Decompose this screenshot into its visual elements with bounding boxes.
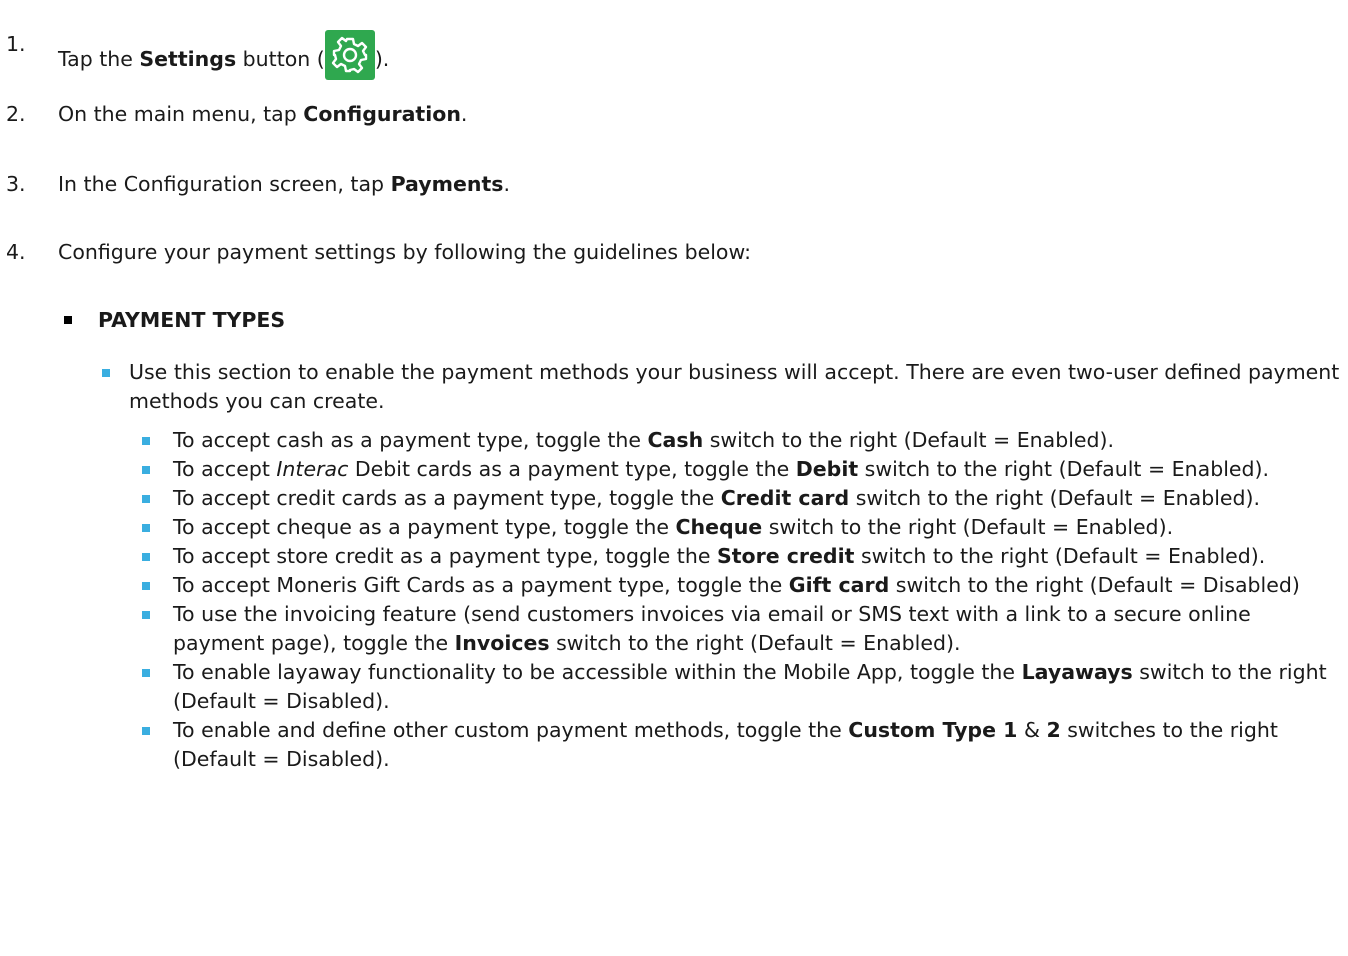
text: On the main menu, tap [58,102,304,126]
text: To enable layaway functionality to be ac… [173,660,1022,684]
list-item: To accept cheque as a payment type, togg… [136,513,1346,542]
step-number: 1. [6,32,26,56]
square-bullet-icon [142,611,150,619]
bold-text: 2 [1046,718,1061,742]
step-text: Tap the Settings button (). [58,30,389,80]
settings-gear-icon [324,30,375,80]
text: To accept store credit as a payment type… [173,544,717,568]
square-bullet-icon [142,437,150,445]
square-bullet-icon [142,727,150,735]
text: In the Configuration screen, tap [58,172,391,196]
text: button ( [236,47,325,71]
list-item: To accept cash as a payment type, toggle… [136,426,1346,455]
square-bullet-icon [142,466,150,474]
bold-text: Store credit [716,544,855,568]
list-item: To enable and define other custom paymen… [136,716,1346,774]
list-item: To accept credit cards as a payment type… [136,484,1346,513]
text: switch to the right (Default = Disabled) [889,573,1300,597]
square-bullet-icon [142,524,150,532]
text: switch to the right (Default = Enabled). [703,428,1115,452]
list-item: To use the invoicing feature (send custo… [136,600,1346,658]
square-bullet-icon [64,316,72,324]
square-bullet-icon [142,553,150,561]
text: & [1017,718,1047,742]
bold-text: Custom Type 1 [848,718,1018,742]
bold-text: Gift card [788,573,890,597]
square-bullet-icon [142,669,150,677]
bold-text: Invoices [454,631,550,655]
bold-text: Configuration [303,102,461,126]
text: To accept cheque as a payment type, togg… [173,515,676,539]
section-title: PAYMENT TYPES [98,308,286,332]
bold-text: Layaways [1021,660,1133,684]
bold-text: Debit [795,457,859,481]
list-item: To accept Moneris Gift Cards as a paymen… [136,571,1346,600]
text: To enable and define other custom paymen… [173,718,849,742]
bold-text: Payments [390,172,504,196]
bold-text: Cheque [675,515,763,539]
bold-text: Credit card [720,486,850,510]
text: switch to the right (Default = Enabled). [849,486,1261,510]
text: Debit cards as a payment type, toggle th… [348,457,796,481]
text: To accept cash as a payment type, toggle… [173,428,648,452]
italic-text: Interac [276,457,349,481]
square-bullet-icon [102,369,110,377]
text: . [503,172,511,196]
step-text: Configure your payment settings by follo… [58,240,752,264]
text: switch to the right (Default = Enabled). [549,631,961,655]
text: To accept Moneris Gift Cards as a paymen… [173,573,789,597]
square-bullet-icon [142,495,150,503]
payment-type-list: To accept cash as a payment type, toggle… [136,426,1346,774]
text: To accept credit cards as a payment type… [173,486,721,510]
intro-text: Use this section to enable the payment m… [129,360,1340,413]
step-number: 4. [6,240,26,264]
text: switch to the right (Default = Enabled). [858,457,1270,481]
list-item: To enable layaway functionality to be ac… [136,658,1346,716]
text: ). [374,47,390,71]
text: switch to the right (Default = Enabled). [762,515,1174,539]
step-number: 3. [6,172,26,196]
text: . [460,102,468,126]
text: Tap the [58,47,140,71]
text: To accept [173,457,277,481]
square-bullet-icon [142,582,150,590]
step-number: 2. [6,102,26,126]
step-text: In the Configuration screen, tap Payment… [58,170,510,198]
text: switch to the right (Default = Enabled). [854,544,1266,568]
bold-text: Cash [647,428,704,452]
list-item: To accept Interac Debit cards as a payme… [136,455,1346,484]
step-text: On the main menu, tap Configuration. [58,100,467,128]
bold-text: Settings [139,47,237,71]
list-item: To accept store credit as a payment type… [136,542,1346,571]
